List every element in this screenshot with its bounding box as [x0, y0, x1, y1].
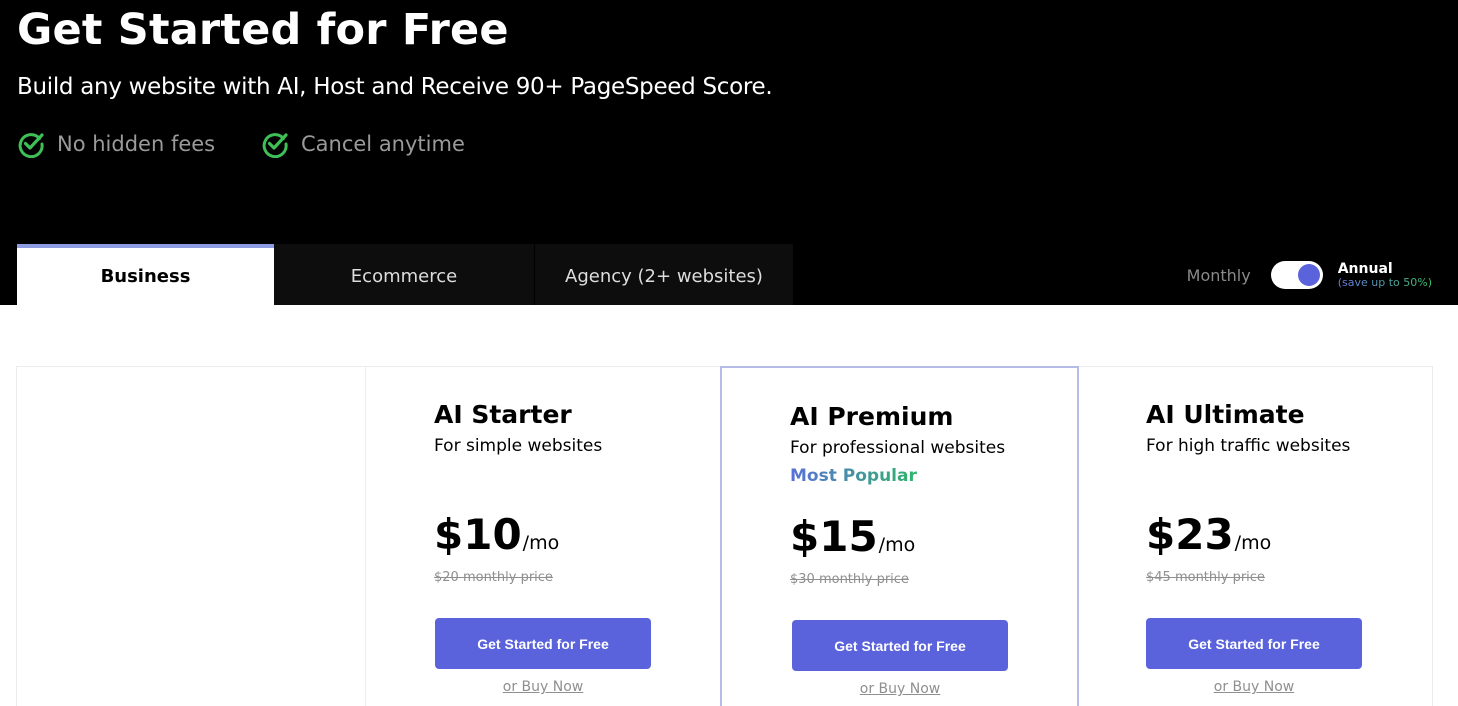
buy-now-link[interactable]: or Buy Now: [792, 681, 1008, 697]
plan-name: AI Starter: [434, 400, 572, 429]
price-amount: $10: [434, 510, 522, 559]
plan-description: For high traffic websites: [1146, 436, 1351, 456]
hero-subtitle: Build any website with AI, Host and Rece…: [17, 74, 773, 100]
hero-section: Get Started for Free Build any website w…: [0, 0, 1458, 305]
feature-label: No hidden fees: [57, 132, 216, 156]
get-started-button[interactable]: Get Started for Free: [792, 620, 1008, 671]
feature-no-hidden-fees: No hidden fees: [17, 130, 215, 158]
most-popular-badge: Most Popular: [790, 466, 917, 486]
billing-toggle[interactable]: [1270, 261, 1323, 289]
billing-period-switch: Monthly Annual (save up to 50%): [1187, 258, 1432, 292]
tab-business[interactable]: Business: [17, 244, 274, 305]
plan-category-tabs: Business Ecommerce Agency (2+ websites): [17, 244, 793, 305]
old-monthly-price: $45 monthly price: [1146, 570, 1265, 585]
plan-description: For simple websites: [434, 436, 603, 456]
toggle-knob: [1297, 264, 1320, 286]
feature-cancel-anytime: Cancel anytime: [261, 130, 465, 158]
plan-card-ai-ultimate: AI Ultimate For high traffic websites $2…: [1079, 366, 1433, 706]
plan-card-ai-premium: AI Premium For professional websites Mos…: [720, 366, 1079, 706]
plan-card-ai-starter: AI Starter For simple websites $10 /mo $…: [367, 366, 720, 706]
price-period: /mo: [878, 534, 916, 556]
feature-label-column: [16, 366, 366, 706]
price-period: /mo: [522, 532, 560, 554]
plan-price: $10 /mo: [434, 510, 559, 559]
old-monthly-price: $30 monthly price: [790, 572, 909, 587]
check-circle-icon: [18, 133, 44, 158]
get-started-button[interactable]: Get Started for Free: [1146, 618, 1362, 669]
buy-now-link[interactable]: or Buy Now: [435, 679, 651, 695]
plan-price: $23 /mo: [1146, 510, 1271, 559]
annual-option[interactable]: Annual (save up to 50%): [1338, 261, 1432, 290]
buy-now-link[interactable]: or Buy Now: [1146, 679, 1362, 695]
page-title: Get Started for Free: [17, 5, 509, 55]
plan-name: AI Premium: [790, 402, 954, 431]
tab-agency[interactable]: Agency (2+ websites): [535, 244, 793, 305]
plan-price: $15 /mo: [790, 512, 915, 561]
get-started-button[interactable]: Get Started for Free: [435, 618, 651, 669]
price-amount: $15: [790, 512, 878, 561]
monthly-label[interactable]: Monthly: [1187, 266, 1251, 285]
plan-description: For professional websites: [790, 438, 1006, 458]
price-period: /mo: [1234, 532, 1272, 554]
check-circle-icon: [262, 133, 288, 158]
price-amount: $23: [1146, 510, 1234, 559]
old-monthly-price: $20 monthly price: [434, 570, 553, 585]
annual-label: Annual: [1337, 260, 1393, 277]
annual-savings-note: (save up to 50%): [1337, 275, 1432, 289]
plan-name: AI Ultimate: [1146, 400, 1305, 429]
feature-label: Cancel anytime: [301, 132, 465, 156]
tab-ecommerce[interactable]: Ecommerce: [274, 244, 534, 305]
